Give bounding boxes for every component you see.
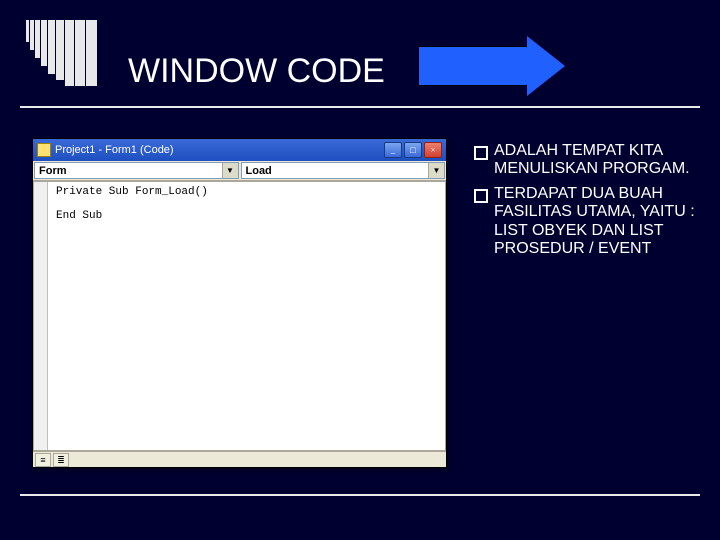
- code-window: Project1 - Form1 (Code) _ □ × Form ▼ Loa…: [32, 138, 447, 468]
- view-bar: ≡ ≣: [33, 451, 446, 467]
- slide-title: WINDOW CODE: [128, 52, 385, 91]
- form-icon: [37, 143, 51, 157]
- bullet-item: ADALAH TEMPAT KITA MENULISKAN PRORGAM.: [472, 142, 710, 179]
- title-decor-bars: [26, 20, 97, 86]
- bullet-item: TERDAPAT DUA BUAH FASILITAS UTAMA, YAITU…: [472, 185, 710, 259]
- procedure-dropdown[interactable]: Load ▼: [241, 162, 446, 179]
- divider-bottom: [20, 494, 700, 496]
- object-dropdown-value: Form: [39, 165, 67, 177]
- titlebar-text: Project1 - Form1 (Code): [55, 144, 384, 156]
- divider-top: [20, 106, 700, 108]
- object-dropdown[interactable]: Form ▼: [34, 162, 239, 179]
- titlebar[interactable]: Project1 - Form1 (Code) _ □ ×: [33, 139, 446, 161]
- close-button[interactable]: ×: [424, 142, 442, 158]
- chevron-down-icon: ▼: [428, 163, 444, 178]
- chevron-down-icon: ▼: [222, 163, 238, 178]
- bullet-list: ADALAH TEMPAT KITA MENULISKAN PRORGAM. T…: [472, 142, 710, 264]
- margin-bar: [34, 182, 48, 450]
- dropdown-row: Form ▼ Load ▼: [33, 161, 446, 181]
- full-module-view-button[interactable]: ≣: [53, 453, 69, 467]
- minimize-button[interactable]: _: [384, 142, 402, 158]
- code-area[interactable]: Private Sub Form_Load() End Sub: [33, 181, 446, 451]
- procedure-view-button[interactable]: ≡: [35, 453, 51, 467]
- maximize-button[interactable]: □: [404, 142, 422, 158]
- code-text[interactable]: Private Sub Form_Load() End Sub: [48, 182, 445, 450]
- procedure-dropdown-value: Load: [246, 165, 272, 177]
- arrow-graphic: [418, 36, 568, 96]
